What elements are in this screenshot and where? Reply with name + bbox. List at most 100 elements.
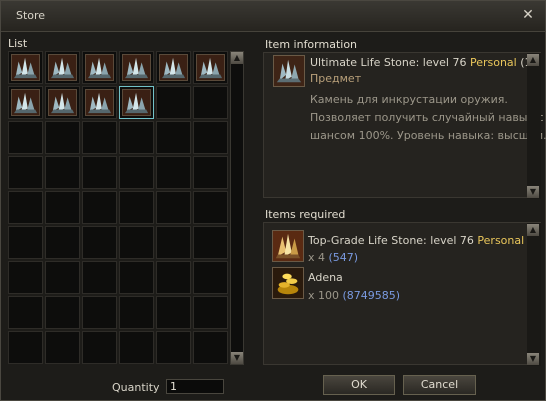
scroll-down-icon[interactable]: ▼ <box>231 352 243 364</box>
empty-slot[interactable] <box>156 296 191 329</box>
empty-slot[interactable] <box>45 191 80 224</box>
empty-slot[interactable] <box>156 191 191 224</box>
empty-slot[interactable] <box>119 331 154 364</box>
req-item-1-name: Top-Grade Life Stone: level 76 <box>308 234 474 247</box>
crystal-icon <box>11 54 40 81</box>
crystal-icon <box>48 89 77 116</box>
empty-slot[interactable] <box>82 296 117 329</box>
empty-slot[interactable] <box>156 156 191 189</box>
empty-slot[interactable] <box>119 191 154 224</box>
list-item[interactable] <box>8 51 43 84</box>
lifestone-icon <box>272 230 304 262</box>
quantity-input[interactable]: 1 <box>166 379 224 394</box>
empty-slot[interactable] <box>119 156 154 189</box>
req-item-2-qty: x 100 <box>308 289 340 302</box>
item-desc-line2: Позволяет получить случайный навык с <box>310 111 544 124</box>
empty-slot[interactable] <box>156 226 191 259</box>
empty-slot[interactable] <box>8 261 43 294</box>
req-item-2-owned: (8749585) <box>342 289 401 302</box>
item-tag: Personal <box>469 56 517 69</box>
scroll-up-icon[interactable]: ▲ <box>527 54 539 66</box>
empty-slot[interactable] <box>156 121 191 154</box>
item-info-title: Ultimate Life Stone: level 76 Personal (… <box>310 56 536 69</box>
list-label: List <box>8 37 28 50</box>
crystal-icon <box>48 54 77 81</box>
empty-slot[interactable] <box>193 156 228 189</box>
empty-slot[interactable] <box>193 296 228 329</box>
ok-button[interactable]: OK <box>323 375 395 395</box>
empty-slot[interactable] <box>45 331 80 364</box>
crystal-icon <box>196 54 225 81</box>
list-item[interactable] <box>119 86 154 119</box>
empty-slot[interactable] <box>119 261 154 294</box>
empty-slot[interactable] <box>82 226 117 259</box>
empty-slot[interactable] <box>193 86 228 119</box>
empty-slot[interactable] <box>45 156 80 189</box>
req-item-1-tag: Personal <box>477 234 525 247</box>
empty-slot[interactable] <box>193 121 228 154</box>
window-title: Store <box>16 9 46 22</box>
empty-slot[interactable] <box>193 331 228 364</box>
item-desc-line3: шансом 100%. Уровень навыка: высший. <box>310 129 546 142</box>
scroll-up-icon[interactable]: ▲ <box>527 224 539 236</box>
crystal-icon <box>159 54 188 81</box>
list-item[interactable] <box>119 51 154 84</box>
crystal-icon <box>85 89 114 116</box>
store-window: Store ✕ List ▲ ▼ Item information Ultima… <box>0 0 546 401</box>
empty-slot[interactable] <box>8 226 43 259</box>
empty-slot[interactable] <box>8 296 43 329</box>
req-item-1-title: Top-Grade Life Stone: level 76 Personal <box>308 234 524 247</box>
req-item-2-name: Adena <box>308 271 343 284</box>
list-item[interactable] <box>45 86 80 119</box>
crystal-icon <box>11 89 40 116</box>
empty-slot[interactable] <box>45 296 80 329</box>
empty-slot[interactable] <box>82 156 117 189</box>
required-scrollbar[interactable]: ▲ ▼ <box>527 223 541 366</box>
empty-slot[interactable] <box>156 86 191 119</box>
list-scrollbar[interactable]: ▲ ▼ <box>230 51 244 365</box>
scroll-down-icon[interactable]: ▼ <box>527 186 539 198</box>
empty-slot[interactable] <box>119 121 154 154</box>
empty-slot[interactable] <box>8 121 43 154</box>
req-item-2-qty-line: x 100 (8749585) <box>308 289 400 302</box>
empty-slot[interactable] <box>8 191 43 224</box>
list-item[interactable] <box>82 51 117 84</box>
empty-slot[interactable] <box>82 331 117 364</box>
empty-slot[interactable] <box>156 331 191 364</box>
list-item[interactable] <box>8 86 43 119</box>
scroll-up-icon[interactable]: ▲ <box>231 52 243 64</box>
empty-slot[interactable] <box>82 261 117 294</box>
empty-slot[interactable] <box>8 156 43 189</box>
adena-icon <box>272 267 304 299</box>
empty-slot[interactable] <box>82 121 117 154</box>
empty-slot[interactable] <box>8 331 43 364</box>
quantity-label: Quantity <box>112 381 160 394</box>
item-name: Ultimate Life Stone: level 76 <box>310 56 467 69</box>
list-item[interactable] <box>45 51 80 84</box>
empty-slot[interactable] <box>45 226 80 259</box>
empty-slot[interactable] <box>193 261 228 294</box>
list-item[interactable] <box>193 51 228 84</box>
list-item[interactable] <box>156 51 191 84</box>
item-list-grid <box>8 51 229 369</box>
empty-slot[interactable] <box>45 261 80 294</box>
empty-slot[interactable] <box>119 226 154 259</box>
close-icon[interactable]: ✕ <box>520 7 536 23</box>
info-scrollbar[interactable]: ▲ ▼ <box>527 53 541 199</box>
item-desc-line1: Камень для инкрустации оружия. <box>310 93 508 106</box>
title-bar[interactable]: Store ✕ <box>1 1 545 32</box>
req-item-1-qty-line: x 4 (547) <box>308 251 358 264</box>
scroll-down-icon[interactable]: ▼ <box>527 353 539 365</box>
empty-slot[interactable] <box>82 191 117 224</box>
list-item[interactable] <box>82 86 117 119</box>
items-required-label: Items required <box>265 208 346 221</box>
empty-slot[interactable] <box>45 121 80 154</box>
cancel-button[interactable]: Cancel <box>403 375 476 395</box>
empty-slot[interactable] <box>156 261 191 294</box>
empty-slot[interactable] <box>193 191 228 224</box>
item-info-icon <box>273 55 305 87</box>
req-item-1-owned: (547) <box>328 251 359 264</box>
empty-slot[interactable] <box>193 226 228 259</box>
req-item-1-qty: x 4 <box>308 251 326 264</box>
empty-slot[interactable] <box>119 296 154 329</box>
